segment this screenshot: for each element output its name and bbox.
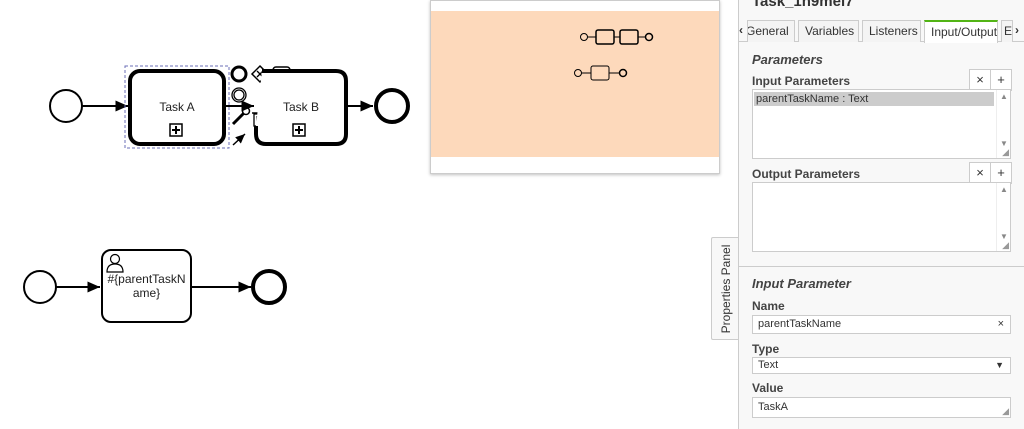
input-parameter-item[interactable]: parentTaskName : Text — [754, 92, 994, 106]
minimap-diagram — [574, 29, 654, 81]
resize-grip-icon[interactable]: ◢ — [1002, 241, 1009, 250]
end-event[interactable] — [251, 269, 287, 305]
scroll-up-icon[interactable]: ▲ — [997, 92, 1011, 101]
tab-extensions[interactable]: E — [1001, 20, 1013, 42]
input-parameters-label: Input Parameters — [752, 74, 851, 88]
tab-scroll-next[interactable]: › — [1014, 20, 1024, 42]
add-output-parameter-button[interactable]: + — [990, 162, 1012, 184]
add-input-parameter-button[interactable]: + — [990, 69, 1012, 91]
value-textarea-value: TaskA — [758, 401, 788, 413]
remove-input-parameter-button[interactable]: × — [969, 69, 991, 91]
panel-tabs: ‹ General Variables Listeners Input/Outp… — [738, 19, 1024, 43]
properties-panel: Task_1h9mel7 ‹ General Variables Listene… — [738, 0, 1024, 429]
type-label: Type — [752, 342, 780, 356]
end-event[interactable] — [374, 88, 410, 124]
minimap[interactable] — [430, 0, 720, 174]
task-b-label: Task B — [282, 100, 319, 114]
chevron-down-icon: ▼ — [995, 360, 1004, 370]
element-id-title: Task_1h9mel7 — [752, 0, 854, 10]
output-parameters-label: Output Parameters — [752, 167, 861, 181]
value-label: Value — [752, 381, 784, 395]
properties-panel-toggle-label: Properties Panel — [718, 244, 733, 333]
clear-icon[interactable]: × — [998, 316, 1004, 333]
change-type-wrench-icon[interactable] — [231, 106, 251, 126]
name-input-value: parentTaskName — [758, 318, 842, 330]
subprocess-expand-marker-b[interactable] — [292, 123, 306, 137]
tab-scroll-prev[interactable]: ‹ — [738, 20, 746, 42]
section-divider — [739, 266, 1024, 267]
connect-arrow-icon[interactable] — [232, 133, 246, 146]
name-label: Name — [752, 299, 785, 313]
parameters-section-title: Parameters — [752, 52, 823, 67]
type-select[interactable]: Text ▼ — [752, 357, 1011, 374]
task-a-label: Task A — [159, 100, 195, 114]
resize-grip-icon[interactable]: ◢ — [1002, 148, 1009, 157]
properties-panel-toggle[interactable]: Properties Panel — [711, 237, 739, 340]
output-parameters-list[interactable]: ▲ ▼ ◢ — [752, 182, 1011, 252]
subprocess-expand-marker-a[interactable] — [169, 123, 183, 137]
remove-output-parameter-button[interactable]: × — [969, 162, 991, 184]
tab-variables[interactable]: Variables — [798, 20, 859, 42]
tab-general[interactable]: General — [747, 20, 795, 42]
value-textarea[interactable]: TaskA ◢ — [752, 397, 1011, 418]
append-intermediate-event-icon[interactable] — [231, 87, 247, 103]
start-event[interactable] — [23, 270, 57, 304]
tab-input-output[interactable]: Input/Output — [924, 20, 998, 43]
type-select-value: Text — [758, 359, 779, 371]
input-parameter-section-title: Input Parameter — [752, 276, 851, 291]
name-input[interactable]: parentTaskName × — [752, 315, 1011, 334]
tab-listeners[interactable]: Listeners — [862, 20, 921, 42]
user-task-label: #{parentTaskN ame} — [107, 272, 186, 300]
append-end-event-icon[interactable] — [230, 65, 248, 83]
scroll-up-icon[interactable]: ▲ — [997, 185, 1011, 194]
start-event[interactable] — [49, 89, 83, 123]
resize-grip-icon[interactable]: ◢ — [1002, 407, 1009, 416]
input-parameters-list[interactable]: parentTaskName : Text ▲ ▼ ◢ — [752, 89, 1011, 159]
